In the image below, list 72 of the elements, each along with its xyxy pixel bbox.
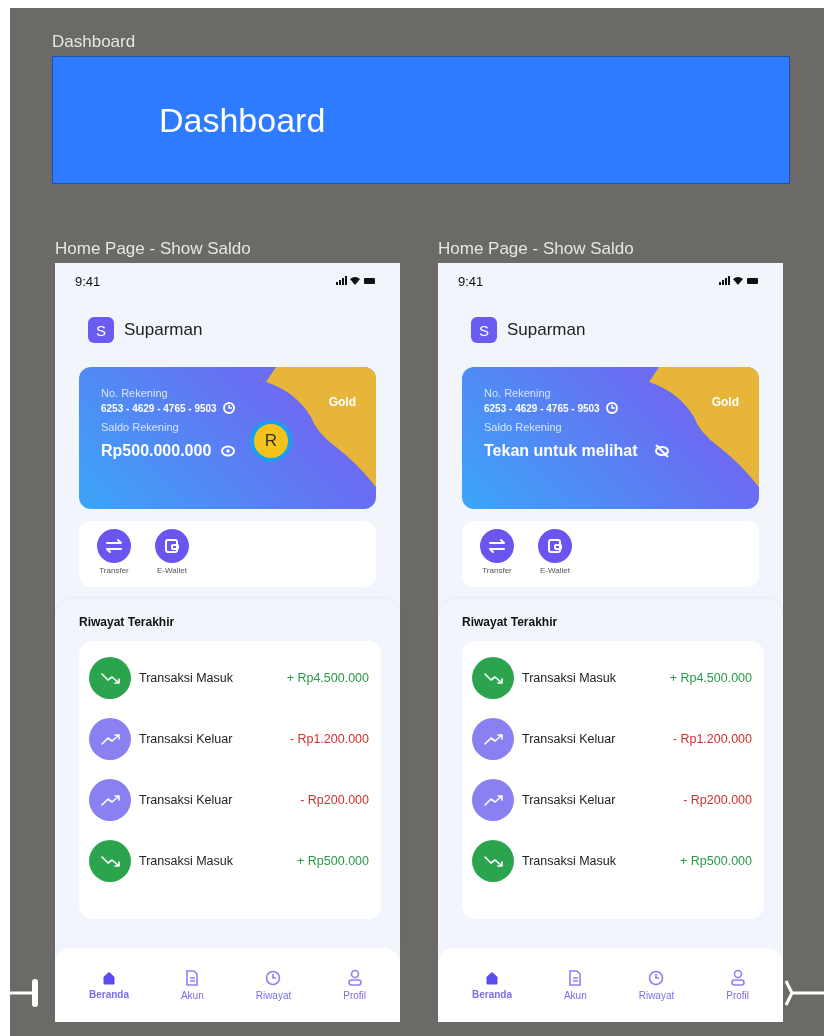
user-name: Suparman <box>507 320 586 340</box>
history-title: Riwayat Terakhir <box>79 615 175 629</box>
balance-label: Saldo Rekening <box>484 421 562 433</box>
transaction-amount: + Rp4.500.000 <box>286 671 369 685</box>
transaction-label: Transaksi Masuk <box>522 671 617 685</box>
wallet-icon <box>164 538 180 554</box>
trend-down-icon <box>472 840 514 882</box>
user-avatar: S <box>471 317 497 343</box>
trend-up-icon <box>472 779 514 821</box>
trend-up-icon <box>89 718 131 760</box>
account-number: 6253 - 4629 - 4765 - 9503 <box>484 402 600 414</box>
copy-icon[interactable] <box>222 402 235 414</box>
user-name: Suparman <box>124 320 203 340</box>
wallet-icon <box>547 538 563 554</box>
status-icons <box>336 276 376 286</box>
transfer-icon <box>488 538 506 554</box>
history-title: Riwayat Terakhir <box>462 615 558 629</box>
home-icon <box>101 970 116 985</box>
transaction-label: Transaksi Masuk <box>139 671 234 685</box>
nav-tab[interactable]: Riwayat <box>638 969 675 1001</box>
trend-down-icon <box>89 840 131 882</box>
user-avatar: S <box>88 317 114 343</box>
balance-label: Saldo Rekening <box>101 421 179 433</box>
status-icons <box>719 276 759 286</box>
transaction-amount: + Rp500.000 <box>680 854 752 868</box>
transaction-label: Transaksi Keluar <box>139 793 234 807</box>
document-icon <box>568 969 583 986</box>
account-label: No. Rekening <box>101 387 168 399</box>
user-icon <box>346 969 363 986</box>
status-time: 9:41 <box>75 273 101 289</box>
clock-icon <box>648 969 665 986</box>
transaction-label: Transaksi Masuk <box>522 854 617 868</box>
trend-up-icon <box>472 718 514 760</box>
transaction-label: Transaksi Keluar <box>522 793 617 807</box>
nav-tab[interactable]: Akun <box>563 969 587 1001</box>
nav-tab[interactable]: Profil <box>726 969 749 1001</box>
trend-up-icon <box>89 779 131 821</box>
banner-title: Dashboard <box>159 100 326 140</box>
home-icon <box>484 970 499 985</box>
nav-tab[interactable]: Riwayat <box>255 969 292 1001</box>
transaction-label: Transaksi Keluar <box>522 732 617 746</box>
transaction-amount: - Rp200.000 <box>683 793 752 807</box>
tier-label: Gold <box>328 395 356 409</box>
tier-label: Gold <box>711 395 739 409</box>
nav-tab[interactable]: Beranda <box>88 970 129 1000</box>
trend-down-icon <box>89 657 131 699</box>
frame-label: Home Page - Show Saldo <box>438 239 634 259</box>
transaction-amount: - Rp1.200.000 <box>289 732 369 746</box>
clock-icon <box>265 969 282 986</box>
transaction-amount: + Rp4.500.000 <box>669 671 752 685</box>
user-icon <box>729 969 746 986</box>
nav-tab[interactable]: Beranda <box>471 970 512 1000</box>
transaction-amount: + Rp500.000 <box>297 854 369 868</box>
transaction-label: Transaksi Masuk <box>139 854 234 868</box>
transaction-amount: - Rp1.200.000 <box>672 732 752 746</box>
transaction-amount: - Rp200.000 <box>300 793 369 807</box>
section-label: Dashboard <box>52 32 136 52</box>
document-icon <box>185 969 200 986</box>
copy-icon[interactable] <box>605 402 618 414</box>
trend-down-icon <box>472 657 514 699</box>
status-time: 9:41 <box>458 273 484 289</box>
transaction-label: Transaksi Keluar <box>139 732 234 746</box>
transfer-icon <box>105 538 123 554</box>
frame-label: Home Page - Show Saldo <box>55 239 251 259</box>
eye-icon[interactable] <box>221 445 236 457</box>
nav-tab[interactable]: Profil <box>343 969 366 1001</box>
eye-off-icon[interactable] <box>653 444 670 458</box>
balance-amount[interactable]: Rp500.000.000 <box>101 442 212 460</box>
account-label: No. Rekening <box>484 387 551 399</box>
nav-tab[interactable]: Akun <box>180 969 204 1001</box>
balance-amount[interactable]: Tekan untuk melihat <box>484 442 638 460</box>
account-number: 6253 - 4629 - 4765 - 9503 <box>101 402 217 414</box>
